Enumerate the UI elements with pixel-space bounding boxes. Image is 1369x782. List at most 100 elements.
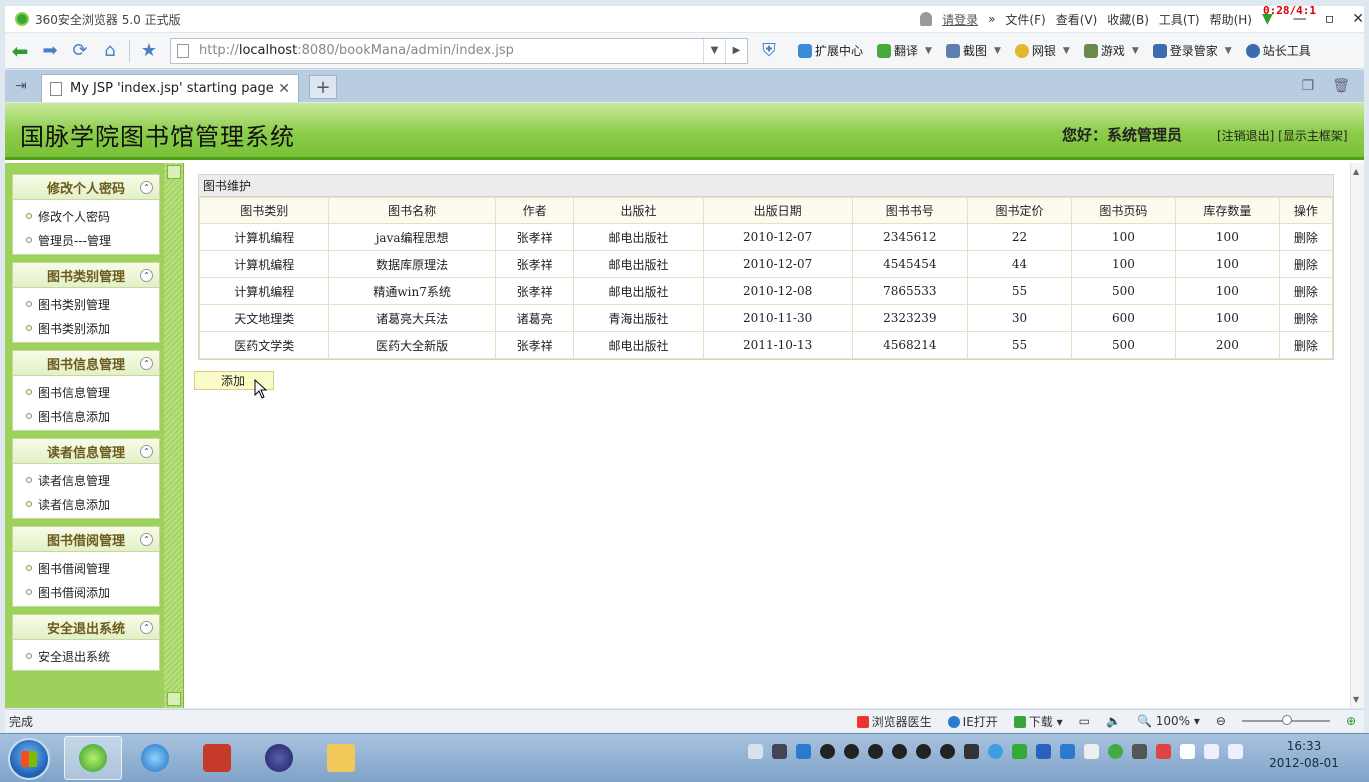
sidebar-group-header[interactable]: 图书信息管理 ⌃ (12, 350, 160, 376)
taskbar-explorer[interactable] (312, 736, 370, 780)
sidebar-item-change-password[interactable]: 修改个人密码 (13, 204, 159, 228)
tray-app-icon[interactable] (772, 744, 787, 759)
sidebar-item-book-manage[interactable]: 图书信息管理 (13, 380, 159, 404)
splitter-top-knob[interactable] (167, 165, 181, 179)
scroll-up-icon[interactable]: ▲ (1353, 167, 1359, 176)
delete-link[interactable]: 删除 (1278, 304, 1334, 332)
sidebar-item-borrow-add[interactable]: 图书借阅添加 (13, 580, 159, 604)
tool-webmaster[interactable]: 站长工具 (1245, 42, 1311, 59)
tool-games[interactable]: 游戏 ▼ (1083, 42, 1139, 59)
collapse-icon[interactable]: ⌃ (140, 269, 153, 282)
sidebar-item-reader-manage[interactable]: 读者信息管理 (13, 468, 159, 492)
zoom-slider[interactable] (1241, 715, 1330, 725)
tab-index-jsp[interactable]: My JSP 'index.jsp' starting page ✕ (41, 74, 299, 102)
splitter-bottom-knob[interactable] (167, 692, 181, 706)
sidebar-item-reader-add[interactable]: 读者信息添加 (13, 492, 159, 516)
trash-icon[interactable]: 🗑 (1332, 78, 1350, 94)
taskbar-ie[interactable] (126, 736, 184, 780)
browser-doctor-button[interactable]: 浏览器医生 (856, 713, 932, 730)
ie-open-button[interactable]: IE打开 (947, 713, 998, 730)
sidebar-group-header[interactable]: 安全退出系统 ⌃ (12, 614, 160, 640)
delete-link[interactable]: 删除 (1278, 250, 1334, 278)
sidebar-item-admin-manage[interactable]: 管理员---管理 (13, 228, 159, 252)
keyboard-icon[interactable] (748, 744, 763, 759)
forward-icon[interactable]: ➡ (35, 37, 65, 65)
sidebar-toggle-icon[interactable]: ⇥ (15, 78, 27, 94)
zoom-slider-thumb[interactable] (1281, 715, 1292, 725)
collapse-icon[interactable]: ⌃ (140, 181, 153, 194)
tray-app-icon[interactable] (1108, 744, 1123, 759)
qq-icon[interactable] (892, 744, 907, 759)
back-icon[interactable]: ⬅ (5, 37, 35, 65)
delete-link[interactable]: 删除 (1278, 331, 1334, 359)
tool-translate[interactable]: 翻译 ▼ (877, 42, 932, 59)
tray-app-icon[interactable] (1036, 744, 1051, 759)
sidebar-group-header[interactable]: 图书借阅管理 ⌃ (12, 526, 160, 552)
tray-app-icon[interactable] (796, 744, 811, 759)
menu-tools[interactable]: 工具(T) (1159, 11, 1200, 28)
sidebar-item-borrow-manage[interactable]: 图书借阅管理 (13, 556, 159, 580)
taskbar-eclipse[interactable] (250, 736, 308, 780)
tool-login-manager[interactable]: 登录管家 ▼ (1152, 42, 1232, 59)
taskbar-360-browser[interactable] (64, 736, 122, 780)
refresh-icon[interactable]: ⟳ (65, 37, 95, 65)
window-list-icon[interactable]: ❐ (1302, 78, 1315, 94)
close-window-icon[interactable]: ✕ (1352, 11, 1364, 27)
tray-app-icon[interactable] (1084, 744, 1099, 759)
menu-help[interactable]: 帮助(H) (1210, 11, 1252, 28)
delete-link[interactable]: 删除 (1278, 277, 1334, 305)
qq-icon[interactable] (940, 744, 955, 759)
new-tab-icon[interactable]: + (309, 75, 337, 99)
download-button[interactable]: 下载 ▾ (1013, 713, 1063, 730)
volume-icon[interactable]: 🔈 (1106, 714, 1121, 728)
collapse-icon[interactable]: ⌃ (140, 445, 153, 458)
menu-file[interactable]: 文件(F) (1005, 11, 1045, 28)
maximize-icon[interactable]: ▫ (1325, 11, 1335, 27)
url-dropdown-icon[interactable]: ▼ (703, 38, 725, 63)
tray-app-icon[interactable] (1156, 744, 1171, 759)
shield-icon[interactable] (1060, 744, 1075, 759)
tray-app-icon[interactable] (1012, 744, 1027, 759)
sidebar-group-header[interactable]: 修改个人密码 ⌃ (12, 174, 160, 200)
network-icon[interactable] (1204, 744, 1219, 759)
screen-icon[interactable]: ▭ (1079, 714, 1090, 728)
qq-icon[interactable] (868, 744, 883, 759)
collapse-icon[interactable]: ⌃ (140, 621, 153, 634)
sidebar-group-header[interactable]: 读者信息管理 ⌃ (12, 438, 160, 464)
sidebar-item-category-manage[interactable]: 图书类别管理 (13, 292, 159, 316)
close-tab-icon[interactable]: ✕ (278, 81, 290, 97)
collapse-icon[interactable]: ⌃ (140, 533, 153, 546)
address-bar[interactable]: http:// localhost :8080/bookMana/admin/i… (170, 37, 748, 64)
zoom-in-icon[interactable]: ⊕ (1346, 714, 1356, 728)
tool-screenshot[interactable]: 截图 ▼ (945, 42, 1001, 59)
taskbar-clock[interactable]: 16:33 2012-08-01 (1262, 738, 1346, 772)
login-link[interactable]: 请登录 (942, 11, 978, 28)
more-chevron-icon[interactable]: » (988, 12, 995, 26)
qq-icon[interactable] (820, 744, 835, 759)
zoom-out-icon[interactable]: ⊖ (1216, 714, 1226, 728)
scroll-down-icon[interactable]: ▼ (1353, 695, 1359, 704)
collapse-icon[interactable]: ⌃ (140, 357, 153, 370)
tool-extensions[interactable]: 扩展中心 (798, 42, 863, 59)
tray-app-icon[interactable] (1132, 744, 1147, 759)
sidebar-item-logout[interactable]: 安全退出系统 (13, 644, 159, 668)
menu-view[interactable]: 查看(V) (1056, 11, 1098, 28)
zoom-control[interactable]: 🔍 100% ▾ (1137, 714, 1200, 728)
qq-icon[interactable] (916, 744, 931, 759)
tray-app-icon[interactable] (988, 744, 1003, 759)
favorite-star-icon[interactable]: ★ (134, 37, 164, 65)
vertical-scrollbar[interactable]: ▲ ▼ (1350, 163, 1364, 708)
tray-app-icon[interactable] (964, 744, 979, 759)
tool-banking[interactable]: 网银 ▼ (1014, 42, 1070, 59)
sidebar-item-category-add[interactable]: 图书类别添加 (13, 316, 159, 340)
sidebar-item-book-add[interactable]: 图书信息添加 (13, 404, 159, 428)
security-shield-icon[interactable]: ⛨ (754, 37, 784, 65)
home-icon[interactable]: ⌂ (95, 37, 125, 65)
taskbar-toolbox[interactable] (188, 736, 246, 780)
header-links[interactable]: [注销退出] [显示主框架] (1217, 127, 1348, 144)
qq-icon[interactable] (844, 744, 859, 759)
start-button[interactable] (8, 738, 50, 780)
flag-icon[interactable] (1180, 744, 1195, 759)
menu-favorites[interactable]: 收藏(B) (1107, 11, 1149, 28)
frame-splitter[interactable] (164, 163, 184, 708)
